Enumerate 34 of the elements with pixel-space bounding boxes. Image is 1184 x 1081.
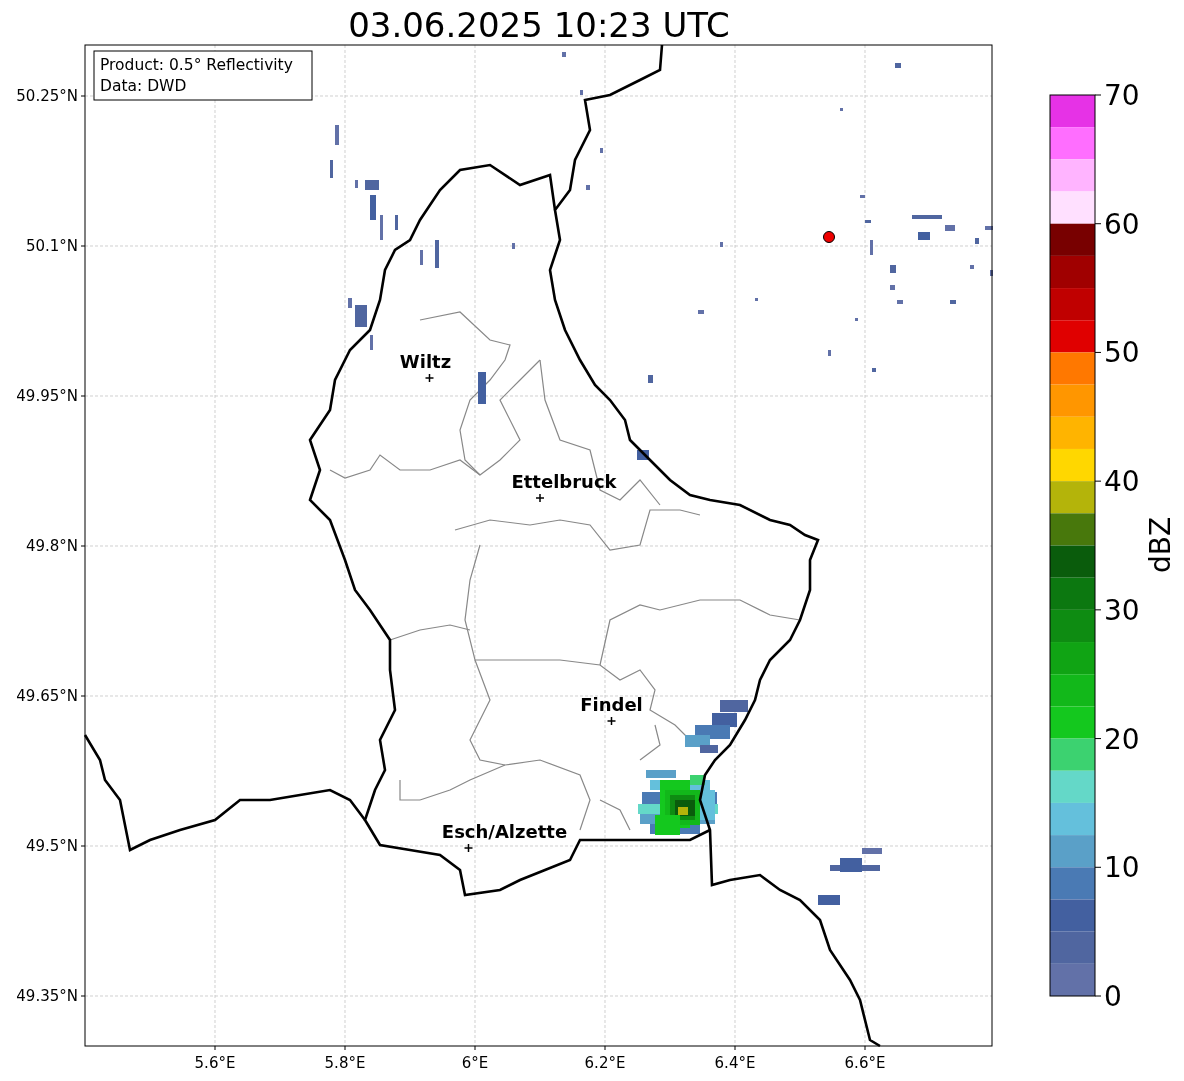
city-label: Wiltz <box>399 351 452 372</box>
colorbar-tick-label: 30 <box>1104 593 1140 627</box>
longitude-tick-label: 6°E <box>461 1054 489 1072</box>
city-label: Findel <box>580 694 643 715</box>
latitude-tick-label: 50.1°N <box>25 237 78 255</box>
colorbar-tick-label: 70 <box>1104 79 1140 112</box>
latitude-tick-label: 49.95°N <box>16 387 78 405</box>
city-marker-icon <box>463 843 474 853</box>
latitude-tick-label: 49.5°N <box>25 837 78 855</box>
longitude-tick-label: 6.4°E <box>714 1054 756 1072</box>
latitude-tick-label: 49.8°N <box>25 537 78 555</box>
colorbar-tick-label: 0 <box>1104 980 1122 1013</box>
longitude-tick-label: 5.6°E <box>194 1054 236 1072</box>
longitude-tick-label: 5.8°E <box>324 1054 366 1072</box>
city-marker-icon <box>424 373 435 383</box>
longitude-tick-label: 6.6°E <box>844 1054 886 1072</box>
colorbar-tick-label: 60 <box>1104 207 1140 241</box>
colorbar-label: dBZ <box>1144 516 1177 574</box>
city-marker-icon <box>535 493 545 503</box>
city-marker-icon <box>606 716 617 726</box>
latitude-tick-label: 50.25°N <box>16 87 78 105</box>
colorbar-tick-label: 20 <box>1104 722 1140 756</box>
city-label: Ettelbruck <box>511 471 617 492</box>
colorbar-tick-label: 40 <box>1104 465 1140 499</box>
plot-title: 03.06.2025 10:23 UTC <box>348 5 730 45</box>
latitude-tick-label: 49.35°N <box>16 987 78 1005</box>
city-label: Esch/Alzette <box>441 821 568 842</box>
info-text: Product: 0.5° Reflectivity <box>100 56 293 74</box>
info-text: Data: DWD <box>100 77 187 95</box>
colorbar-tick-label: 50 <box>1104 336 1140 370</box>
latitude-tick-label: 49.65°N <box>16 687 78 705</box>
radar-site-icon <box>823 231 835 243</box>
colorbar-tick-label: 10 <box>1104 851 1140 885</box>
longitude-tick-label: 6.2°E <box>584 1054 626 1072</box>
